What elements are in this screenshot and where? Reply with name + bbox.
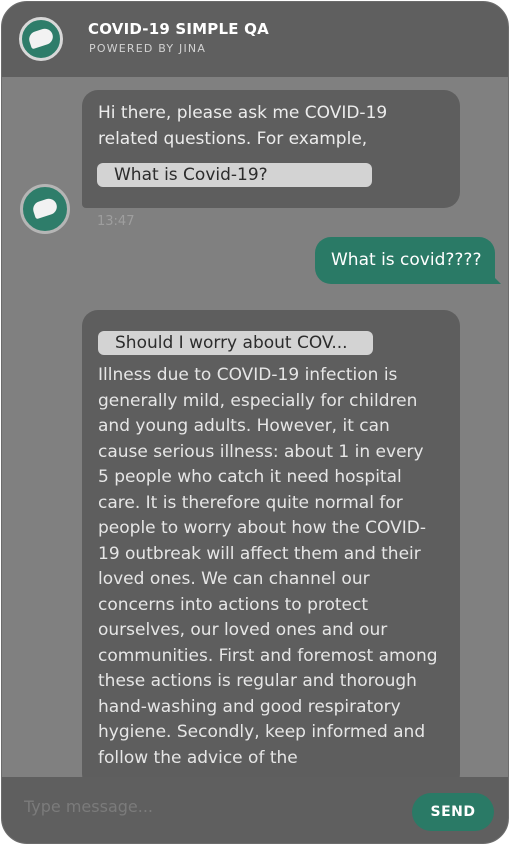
chat-header: COVID-19 SIMPLE QA POWERED BY JINA xyxy=(2,2,508,77)
bot-avatar xyxy=(20,184,70,234)
leaf-logo-icon xyxy=(31,196,59,220)
answer-text: Illness due to COVID-19 infection is gen… xyxy=(98,365,438,768)
send-button[interactable]: SEND xyxy=(412,793,494,831)
leaf-logo-icon xyxy=(27,26,55,50)
bot-message-answer: Should I worry about COV... Illness due … xyxy=(82,310,460,790)
chat-widget: COVID-19 SIMPLE QA POWERED BY JINA Hi th… xyxy=(1,1,509,844)
user-message: What is covid???? xyxy=(315,237,501,284)
suggestion-chip[interactable]: What is Covid-19? xyxy=(97,163,372,187)
app-avatar xyxy=(19,17,63,61)
chat-title: COVID-19 SIMPLE QA xyxy=(88,20,269,38)
chat-subtitle: POWERED BY JINA xyxy=(89,42,207,55)
message-input[interactable] xyxy=(22,791,382,821)
matched-question-chip[interactable]: Should I worry about COV... xyxy=(98,331,373,355)
composer-bar: SEND xyxy=(2,777,508,843)
message-timestamp: 13:47 xyxy=(97,214,135,229)
greeting-text: Hi there, please ask me COVID-19 related… xyxy=(98,103,388,149)
bot-message-greeting: Hi there, please ask me COVID-19 related… xyxy=(82,90,460,208)
